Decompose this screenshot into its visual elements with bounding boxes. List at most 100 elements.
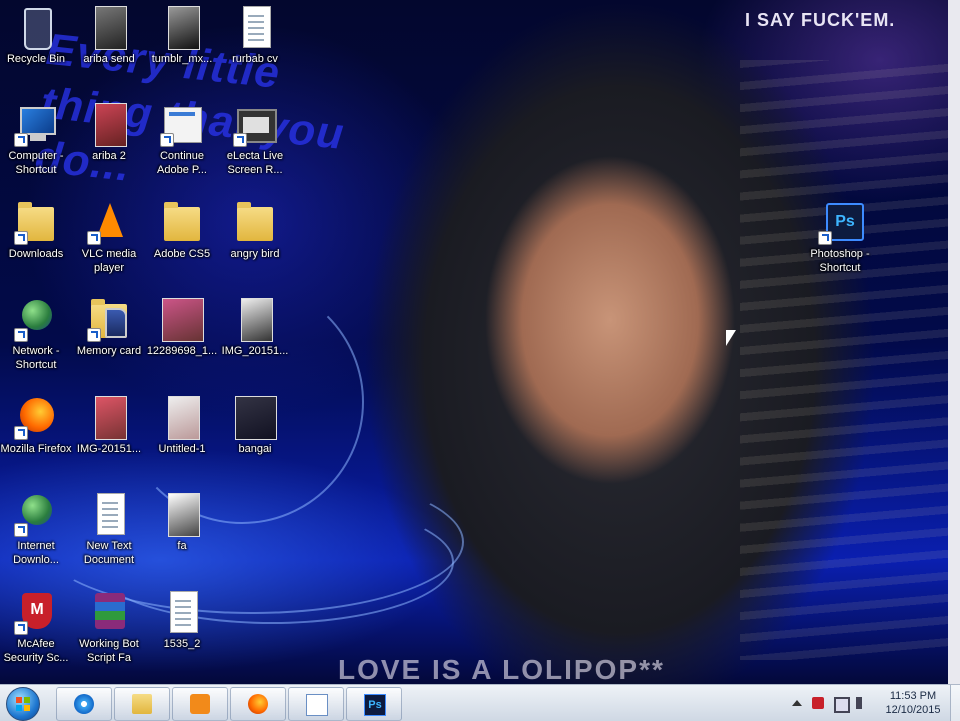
media-player-icon bbox=[190, 694, 210, 714]
system-tray: 11:53 PM 12/10/2015 bbox=[790, 685, 960, 721]
folder-icon bbox=[164, 202, 200, 241]
image-thumbnail-icon bbox=[168, 396, 200, 440]
icon-label: Mozilla Firefox bbox=[0, 443, 72, 455]
icon-label: Network - Shortcut bbox=[12, 345, 60, 371]
computer-icon bbox=[20, 107, 56, 141]
image-thumbnail-icon bbox=[241, 298, 273, 342]
taskbar-clock[interactable]: 11:53 PM 12/10/2015 bbox=[882, 689, 944, 717]
desktop-icon-bangai[interactable]: bangai bbox=[219, 390, 291, 480]
desktop-icon-img-20151-b[interactable]: IMG_20151... bbox=[219, 292, 291, 382]
icon-label: Untitled-1 bbox=[158, 443, 206, 455]
sd-card-icon bbox=[105, 308, 127, 338]
desktop-icon-internet-download-manager[interactable]: Internet Downlo... bbox=[0, 487, 72, 577]
desktop[interactable]: Every little thing that you do... I SAY … bbox=[0, 0, 960, 684]
taskbar-photoshop[interactable]: Ps bbox=[346, 687, 402, 721]
folder-icon bbox=[237, 202, 273, 241]
taskbar-internet-explorer[interactable] bbox=[56, 687, 112, 721]
shortcut-arrow-icon bbox=[87, 231, 101, 245]
taskbar-windows-explorer[interactable] bbox=[114, 687, 170, 721]
icon-label: Downloads bbox=[8, 248, 64, 260]
icon-label: tumblr_mx... bbox=[151, 53, 213, 65]
text-document-icon bbox=[170, 591, 198, 633]
action-center-flag-icon[interactable] bbox=[812, 697, 824, 709]
shortcut-arrow-icon bbox=[818, 231, 832, 245]
icon-label: rurbab cv bbox=[232, 53, 278, 65]
image-thumbnail-icon bbox=[168, 6, 200, 50]
desktop-icon-angry-bird[interactable]: angry bird bbox=[219, 195, 291, 285]
icon-label: New Text Document bbox=[83, 540, 135, 566]
image-thumbnail-icon bbox=[235, 396, 277, 440]
desktop-icon-ariba-2[interactable]: ariba 2 bbox=[73, 97, 145, 187]
icon-label: 12289698_1... bbox=[146, 345, 218, 357]
taskbar-paint[interactable] bbox=[288, 687, 344, 721]
desktop-icon-1535-2[interactable]: 1535_2 bbox=[146, 585, 218, 675]
icon-label: McAfee Security Sc... bbox=[3, 638, 69, 664]
icon-label: bangai bbox=[238, 443, 272, 455]
icon-label: fa bbox=[177, 540, 187, 552]
desktop-icon-working-bot-script[interactable]: Working Bot Script Fa bbox=[73, 585, 145, 675]
icon-label: ariba 2 bbox=[92, 150, 126, 162]
desktop-icon-memory-card[interactable]: Memory card bbox=[73, 292, 145, 382]
desktop-icon-vlc[interactable]: VLC media player bbox=[73, 195, 145, 285]
wallpaper-hood-pattern bbox=[740, 60, 950, 660]
image-thumbnail-icon bbox=[95, 103, 127, 147]
desktop-icon-fa[interactable]: fa bbox=[146, 487, 218, 577]
icon-label: IMG_20151... bbox=[221, 345, 289, 357]
shortcut-arrow-icon bbox=[14, 328, 28, 342]
desktop-icon-mcafee[interactable]: M McAfee Security Sc... bbox=[0, 585, 72, 675]
desktop-icon-electa-live[interactable]: eLecta Live Screen R... bbox=[219, 97, 291, 187]
start-button[interactable] bbox=[6, 687, 40, 721]
icon-label: VLC media player bbox=[81, 248, 137, 274]
show-desktop-button[interactable] bbox=[950, 685, 960, 721]
taskbar-firefox[interactable] bbox=[230, 687, 286, 721]
icon-label: Internet Downlo... bbox=[13, 540, 59, 566]
desktop-icon-rurbab-cv[interactable]: rurbab cv bbox=[219, 0, 291, 90]
shortcut-arrow-icon bbox=[233, 133, 247, 147]
folder-icon bbox=[132, 694, 152, 714]
desktop-icon-new-text-document[interactable]: New Text Document bbox=[73, 487, 145, 577]
icon-label: eLecta Live Screen R... bbox=[226, 150, 284, 176]
desktop-icon-tumblr[interactable]: tumblr_mx... bbox=[146, 0, 218, 90]
shortcut-arrow-icon bbox=[14, 231, 28, 245]
taskbar-media-player[interactable] bbox=[172, 687, 228, 721]
show-hidden-icons-icon[interactable] bbox=[792, 700, 802, 706]
desktop-icon-recycle-bin[interactable]: Recycle Bin bbox=[0, 0, 72, 90]
wallpaper-text-bottom: LOVE IS A LOLIPOP** bbox=[338, 654, 665, 684]
desktop-icon-img-20151-a[interactable]: IMG-20151... bbox=[73, 390, 145, 480]
clock-date: 12/10/2015 bbox=[885, 704, 941, 716]
desktop-icon-computer[interactable]: Computer - Shortcut bbox=[0, 97, 72, 187]
image-thumbnail-icon bbox=[95, 396, 127, 440]
icon-label: Adobe CS5 bbox=[153, 248, 211, 260]
recycle-bin-icon bbox=[24, 8, 52, 50]
network-status-icon[interactable] bbox=[834, 697, 850, 713]
clock-time: 11:53 PM bbox=[889, 690, 937, 702]
icon-label: Memory card bbox=[76, 345, 142, 357]
desktop-icon-photoshop[interactable]: Ps Photoshop - Shortcut bbox=[804, 195, 876, 285]
paint-icon bbox=[306, 694, 328, 716]
desktop-icon-untitled-1[interactable]: Untitled-1 bbox=[146, 390, 218, 480]
photoshop-icon: Ps bbox=[364, 694, 386, 716]
desktop-icon-12289698[interactable]: 12289698_1... bbox=[146, 292, 218, 382]
icon-label: ariba send bbox=[83, 53, 135, 65]
volume-icon[interactable] bbox=[856, 697, 874, 709]
desktop-icon-continue-adobe[interactable]: Continue Adobe P... bbox=[146, 97, 218, 187]
shortcut-arrow-icon bbox=[14, 426, 28, 440]
shortcut-arrow-icon bbox=[160, 133, 174, 147]
desktop-icon-ariba-send[interactable]: ariba send bbox=[73, 0, 145, 90]
network-globe-icon bbox=[22, 300, 52, 330]
icon-label: angry bird bbox=[230, 248, 280, 260]
icon-label: Continue Adobe P... bbox=[157, 150, 207, 176]
desktop-icon-firefox[interactable]: Mozilla Firefox bbox=[0, 390, 72, 480]
shortcut-arrow-icon bbox=[14, 621, 28, 635]
icon-label: Recycle Bin bbox=[6, 53, 66, 65]
image-thumbnail-icon bbox=[168, 493, 200, 537]
wallpaper-edge bbox=[948, 0, 960, 684]
image-thumbnail-icon bbox=[162, 298, 204, 342]
winrar-archive-icon bbox=[95, 593, 125, 629]
word-document-icon bbox=[243, 6, 271, 48]
desktop-icon-adobe-cs5[interactable]: Adobe CS5 bbox=[146, 195, 218, 285]
taskbar: Ps 11:53 PM 12/10/2015 bbox=[0, 684, 960, 721]
desktop-icon-network[interactable]: Network - Shortcut bbox=[0, 292, 72, 382]
text-document-icon bbox=[97, 493, 125, 535]
desktop-icon-downloads[interactable]: Downloads bbox=[0, 195, 72, 285]
